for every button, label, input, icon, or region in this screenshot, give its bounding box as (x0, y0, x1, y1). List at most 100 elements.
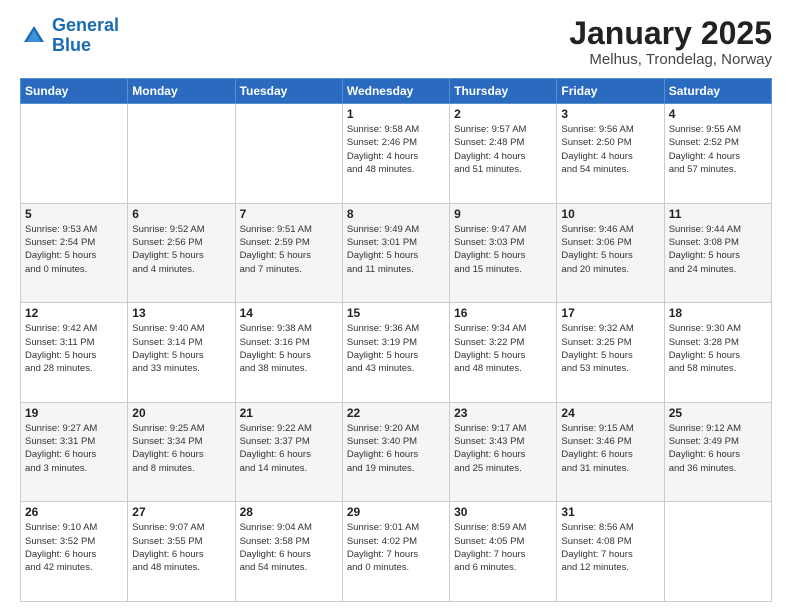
day-info: Sunrise: 9:01 AM Sunset: 4:02 PM Dayligh… (347, 521, 445, 574)
calendar-week-row: 1 Sunrise: 9:58 AM Sunset: 2:46 PM Daylig… (21, 104, 772, 204)
calendar-cell: 8 Sunrise: 9:49 AM Sunset: 3:01 PM Daylig… (342, 203, 449, 303)
calendar-cell: 7Sunrise: 9:51 AM Sunset: 2:59 PM Daylig… (235, 203, 342, 303)
calendar-cell (664, 502, 771, 602)
day-number: 18 (669, 306, 767, 320)
calendar-cell: 29 Sunrise: 9:01 AM Sunset: 4:02 PM Dayli… (342, 502, 449, 602)
calendar-cell: 17 Sunrise: 9:32 AM Sunset: 3:25 PM Dayli… (557, 303, 664, 403)
calendar-cell: 30Sunrise: 8:59 AM Sunset: 4:05 PM Dayli… (450, 502, 557, 602)
day-number: 5 (25, 207, 123, 221)
day-info: Sunrise: 9:51 AM Sunset: 2:59 PM Dayligh… (240, 223, 338, 276)
weekday-header: Tuesday (235, 79, 342, 104)
day-info: Sunrise: 9:15 AM Sunset: 3:46 PM Dayligh… (561, 422, 659, 475)
day-info: Sunrise: 9:40 AM Sunset: 3:14 PM Dayligh… (132, 322, 230, 375)
day-number: 2 (454, 107, 552, 121)
day-info: Sunrise: 9:58 AM Sunset: 2:46 PM Dayligh… (347, 123, 445, 176)
day-info: Sunrise: 9:47 AM Sunset: 3:03 PM Dayligh… (454, 223, 552, 276)
day-number: 6 (132, 207, 230, 221)
weekday-header: Sunday (21, 79, 128, 104)
day-info: Sunrise: 9:27 AM Sunset: 3:31 PM Dayligh… (25, 422, 123, 475)
title-block: January 2025 Melhus, Trondelag, Norway (569, 16, 772, 68)
day-info: Sunrise: 9:52 AM Sunset: 2:56 PM Dayligh… (132, 223, 230, 276)
calendar-cell (128, 104, 235, 204)
day-info: Sunrise: 9:17 AM Sunset: 3:43 PM Dayligh… (454, 422, 552, 475)
day-number: 26 (25, 505, 123, 519)
calendar-cell: 31Sunrise: 8:56 AM Sunset: 4:08 PM Dayli… (557, 502, 664, 602)
day-number: 29 (347, 505, 445, 519)
day-number: 16 (454, 306, 552, 320)
calendar-cell: 21Sunrise: 9:22 AM Sunset: 3:37 PM Dayli… (235, 402, 342, 502)
logo: General Blue (20, 16, 119, 56)
month-title: January 2025 (569, 16, 772, 51)
calendar-cell: 16 Sunrise: 9:34 AM Sunset: 3:22 PM Dayli… (450, 303, 557, 403)
page: General Blue January 2025 Melhus, Tronde… (0, 0, 792, 612)
day-number: 9 (454, 207, 552, 221)
day-info: Sunrise: 9:38 AM Sunset: 3:16 PM Dayligh… (240, 322, 338, 375)
day-info: Sunrise: 9:10 AM Sunset: 3:52 PM Dayligh… (25, 521, 123, 574)
day-info: Sunrise: 9:30 AM Sunset: 3:28 PM Dayligh… (669, 322, 767, 375)
logo-blue: Blue (52, 35, 91, 55)
day-info: Sunrise: 8:56 AM Sunset: 4:08 PM Dayligh… (561, 521, 659, 574)
calendar-cell: 3 Sunrise: 9:56 AM Sunset: 2:50 PM Daylig… (557, 104, 664, 204)
calendar-cell: 23 Sunrise: 9:17 AM Sunset: 3:43 PM Dayli… (450, 402, 557, 502)
day-info: Sunrise: 9:46 AM Sunset: 3:06 PM Dayligh… (561, 223, 659, 276)
day-info: Sunrise: 9:34 AM Sunset: 3:22 PM Dayligh… (454, 322, 552, 375)
day-number: 11 (669, 207, 767, 221)
weekday-header: Thursday (450, 79, 557, 104)
calendar-cell: 2 Sunrise: 9:57 AM Sunset: 2:48 PM Daylig… (450, 104, 557, 204)
calendar-header-row: SundayMondayTuesdayWednesdayThursdayFrid… (21, 79, 772, 104)
day-number: 23 (454, 406, 552, 420)
day-info: Sunrise: 9:20 AM Sunset: 3:40 PM Dayligh… (347, 422, 445, 475)
calendar-cell: 10 Sunrise: 9:46 AM Sunset: 3:06 PM Dayli… (557, 203, 664, 303)
calendar-cell: 1 Sunrise: 9:58 AM Sunset: 2:46 PM Daylig… (342, 104, 449, 204)
calendar-cell: 22Sunrise: 9:20 AM Sunset: 3:40 PM Dayli… (342, 402, 449, 502)
calendar-cell: 6 Sunrise: 9:52 AM Sunset: 2:56 PM Daylig… (128, 203, 235, 303)
day-info: Sunrise: 9:49 AM Sunset: 3:01 PM Dayligh… (347, 223, 445, 276)
day-number: 27 (132, 505, 230, 519)
day-info: Sunrise: 9:32 AM Sunset: 3:25 PM Dayligh… (561, 322, 659, 375)
calendar-cell: 26 Sunrise: 9:10 AM Sunset: 3:52 PM Dayli… (21, 502, 128, 602)
weekday-header: Saturday (664, 79, 771, 104)
calendar-cell (235, 104, 342, 204)
day-number: 10 (561, 207, 659, 221)
calendar-cell: 19 Sunrise: 9:27 AM Sunset: 3:31 PM Dayli… (21, 402, 128, 502)
calendar-cell: 25Sunrise: 9:12 AM Sunset: 3:49 PM Dayli… (664, 402, 771, 502)
day-number: 1 (347, 107, 445, 121)
calendar-cell: 15Sunrise: 9:36 AM Sunset: 3:19 PM Dayli… (342, 303, 449, 403)
calendar-cell: 11 Sunrise: 9:44 AM Sunset: 3:08 PM Dayli… (664, 203, 771, 303)
calendar-cell: 27 Sunrise: 9:07 AM Sunset: 3:55 PM Dayli… (128, 502, 235, 602)
calendar-table: SundayMondayTuesdayWednesdayThursdayFrid… (20, 78, 772, 602)
logo-icon (20, 22, 48, 50)
weekday-header: Friday (557, 79, 664, 104)
day-number: 30 (454, 505, 552, 519)
day-number: 21 (240, 406, 338, 420)
calendar-week-row: 5Sunrise: 9:53 AM Sunset: 2:54 PM Daylig… (21, 203, 772, 303)
day-number: 19 (25, 406, 123, 420)
day-info: Sunrise: 9:12 AM Sunset: 3:49 PM Dayligh… (669, 422, 767, 475)
calendar-cell: 24 Sunrise: 9:15 AM Sunset: 3:46 PM Dayli… (557, 402, 664, 502)
day-number: 24 (561, 406, 659, 420)
day-number: 8 (347, 207, 445, 221)
calendar-cell: 5Sunrise: 9:53 AM Sunset: 2:54 PM Daylig… (21, 203, 128, 303)
day-number: 17 (561, 306, 659, 320)
calendar-week-row: 19 Sunrise: 9:27 AM Sunset: 3:31 PM Dayli… (21, 402, 772, 502)
day-info: Sunrise: 9:44 AM Sunset: 3:08 PM Dayligh… (669, 223, 767, 276)
logo-text: General Blue (52, 16, 119, 56)
day-number: 28 (240, 505, 338, 519)
day-info: Sunrise: 9:56 AM Sunset: 2:50 PM Dayligh… (561, 123, 659, 176)
day-info: Sunrise: 9:55 AM Sunset: 2:52 PM Dayligh… (669, 123, 767, 176)
day-info: Sunrise: 9:07 AM Sunset: 3:55 PM Dayligh… (132, 521, 230, 574)
logo-general: General (52, 15, 119, 35)
calendar-week-row: 12 Sunrise: 9:42 AM Sunset: 3:11 PM Dayli… (21, 303, 772, 403)
calendar-cell: 14Sunrise: 9:38 AM Sunset: 3:16 PM Dayli… (235, 303, 342, 403)
day-number: 12 (25, 306, 123, 320)
day-info: Sunrise: 9:57 AM Sunset: 2:48 PM Dayligh… (454, 123, 552, 176)
calendar-cell: 18 Sunrise: 9:30 AM Sunset: 3:28 PM Dayli… (664, 303, 771, 403)
calendar-week-row: 26 Sunrise: 9:10 AM Sunset: 3:52 PM Dayli… (21, 502, 772, 602)
day-info: Sunrise: 9:42 AM Sunset: 3:11 PM Dayligh… (25, 322, 123, 375)
calendar-cell: 12 Sunrise: 9:42 AM Sunset: 3:11 PM Dayli… (21, 303, 128, 403)
day-info: Sunrise: 9:25 AM Sunset: 3:34 PM Dayligh… (132, 422, 230, 475)
day-number: 20 (132, 406, 230, 420)
day-number: 3 (561, 107, 659, 121)
day-info: Sunrise: 9:04 AM Sunset: 3:58 PM Dayligh… (240, 521, 338, 574)
day-number: 4 (669, 107, 767, 121)
